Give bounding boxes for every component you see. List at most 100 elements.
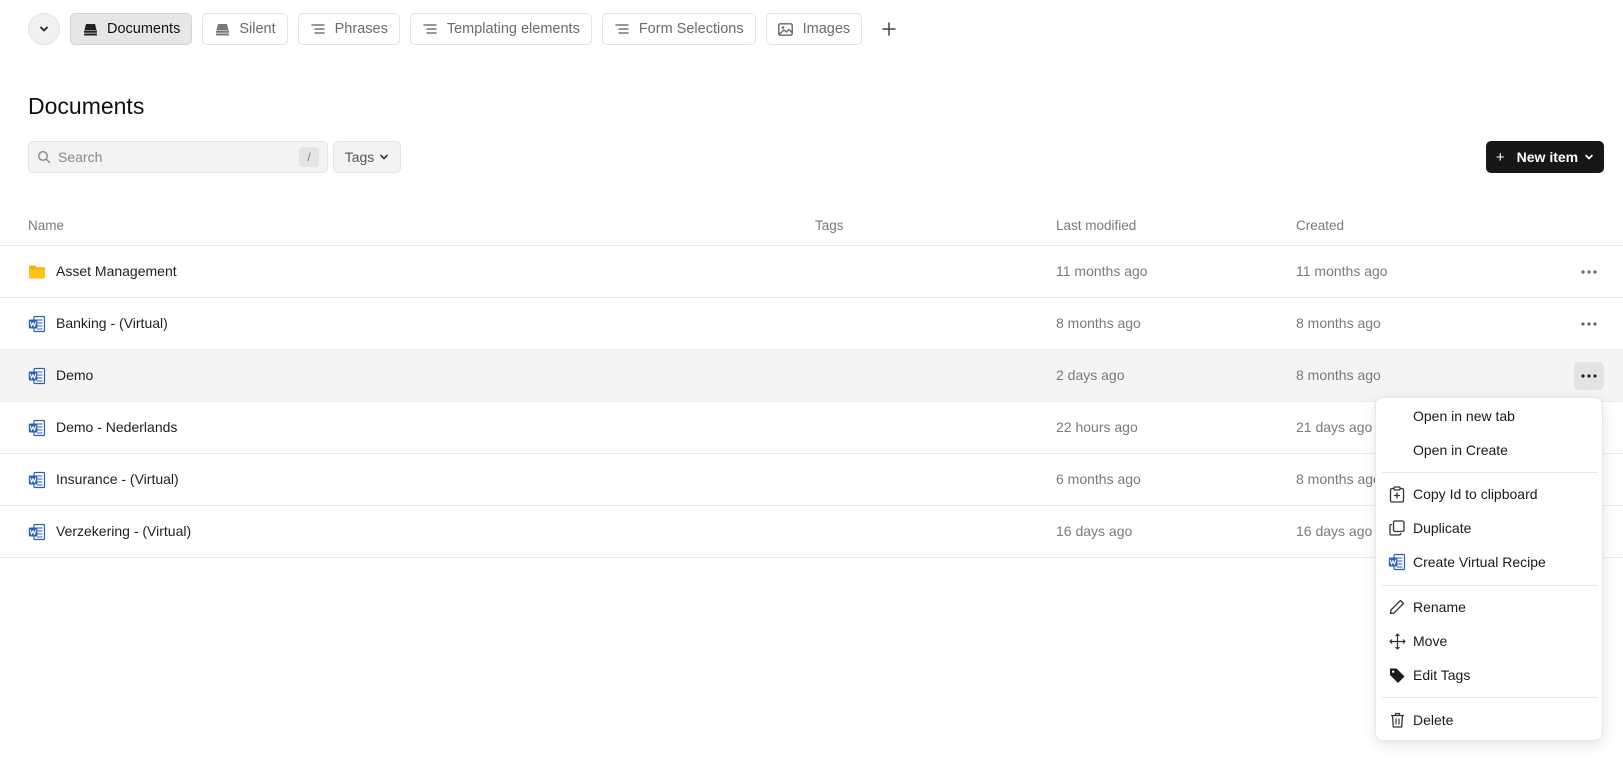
row-name[interactable]: Insurance - (Virtual) [56,471,179,487]
word-document-icon [28,471,46,489]
tab-bar: Documents Silent Phrases Templating elem… [28,13,902,45]
tag-icon [1388,666,1406,684]
table-row[interactable]: Asset Management 11 months ago 11 months… [0,246,1623,298]
tags-filter-button[interactable]: Tags [333,141,401,173]
row-last-modified: 6 months ago [1056,471,1141,487]
menu-item-label: Open in Create [1413,442,1508,458]
list-icon [614,21,630,37]
menu-item-delete[interactable]: Delete [1376,705,1604,735]
menu-item-label: Copy Id to clipboard [1413,486,1538,502]
row-created: 8 months ago [1296,367,1381,383]
menu-item-label: Duplicate [1413,520,1472,536]
new-item-label: New item [1516,149,1579,165]
tab-phrases[interactable]: Phrases [297,13,400,45]
row-name[interactable]: Demo [56,367,93,383]
tab-form-selections[interactable]: Form Selections [601,13,756,45]
row-more-button[interactable] [1574,362,1604,390]
search-input[interactable] [58,149,299,165]
more-horizontal-icon [1581,322,1597,326]
chevron-down-icon [40,26,48,32]
add-tab-button[interactable] [876,13,902,45]
tags-filter-label: Tags [344,149,375,165]
menu-divider [1382,472,1598,473]
pencil-icon [1388,598,1406,616]
word-document-icon [28,367,46,385]
row-more-button[interactable] [1574,258,1604,286]
row-name[interactable]: Banking - (Virtual) [56,315,168,331]
trash-icon [1388,711,1406,729]
word-document-icon [28,315,46,333]
collapse-button[interactable] [28,13,60,45]
tab-templating-elements[interactable]: Templating elements [409,13,592,45]
menu-item-label: Open in new tab [1413,408,1515,424]
word-document-icon [1388,553,1406,571]
image-icon [778,21,794,37]
menu-item-label: Edit Tags [1413,667,1471,683]
menu-item-copy-id[interactable]: Copy Id to clipboard [1376,479,1604,509]
row-last-modified: 2 days ago [1056,367,1125,383]
plus-icon [882,22,896,36]
tab-label: Form Selections [638,21,744,37]
tab-label: Silent [239,21,276,37]
search-box[interactable]: / [28,141,328,173]
search-shortcut-hint: / [299,147,319,167]
column-header-name[interactable]: Name [28,218,64,233]
more-horizontal-icon [1581,270,1597,274]
tab-label: Images [802,21,851,37]
menu-item-label: Rename [1413,599,1466,615]
column-header-created[interactable]: Created [1296,218,1344,233]
page-title: Documents [28,93,145,119]
word-document-icon [28,419,46,437]
new-item-button[interactable]: + New item [1486,141,1604,173]
menu-item-label: Delete [1413,712,1454,728]
table-header: Name Tags Last modified Created [0,209,1623,246]
tab-images[interactable]: Images [765,13,863,45]
list-icon [310,21,326,37]
row-last-modified: 16 days ago [1056,523,1133,539]
menu-item-open-in-create[interactable]: Open in Create [1376,435,1604,465]
plus-icon: + [1495,148,1505,166]
menu-divider [1382,585,1598,586]
table-row[interactable]: Demo 2 days ago 8 months ago [0,350,1623,402]
move-icon [1388,632,1406,650]
word-document-icon [28,523,46,541]
table-row[interactable]: Banking - (Virtual) 8 months ago 8 month… [0,298,1623,350]
row-last-modified: 8 months ago [1056,315,1141,331]
row-more-button[interactable] [1574,310,1604,338]
menu-item-label: Create Virtual Recipe [1413,554,1546,570]
more-horizontal-icon [1581,374,1597,378]
menu-item-create-virtual-recipe[interactable]: Create Virtual Recipe [1376,547,1604,577]
duplicate-icon [1388,519,1406,537]
list-icon [422,21,438,37]
row-name[interactable]: Demo - Nederlands [56,419,177,435]
row-last-modified: 22 hours ago [1056,419,1138,435]
tab-label: Templating elements [446,21,580,37]
menu-item-duplicate[interactable]: Duplicate [1376,513,1604,543]
row-context-menu: Open in new tab Open in Create Copy Id t… [1375,397,1603,741]
menu-divider [1382,697,1598,698]
search-icon [37,150,51,164]
column-header-last-modified[interactable]: Last modified [1056,218,1136,233]
row-name[interactable]: Asset Management [56,263,177,279]
tab-documents[interactable]: Documents [70,13,193,45]
row-name[interactable]: Verzekering - (Virtual) [56,523,191,539]
row-created: 11 months ago [1296,263,1388,279]
row-last-modified: 11 months ago [1056,263,1148,279]
clipboard-icon [1388,485,1406,503]
stack-icon [82,21,98,37]
column-header-tags[interactable]: Tags [815,218,844,233]
row-created: 21 days ago [1296,419,1373,435]
menu-item-rename[interactable]: Rename [1376,592,1604,622]
row-created: 8 months ago [1296,471,1381,487]
stack-icon [214,21,230,37]
menu-item-open-new-tab[interactable]: Open in new tab [1376,401,1604,431]
tab-silent[interactable]: Silent [202,13,288,45]
tab-label: Documents [107,21,181,37]
menu-item-edit-tags[interactable]: Edit Tags [1376,660,1604,690]
menu-item-move[interactable]: Move [1376,626,1604,656]
folder-icon [29,265,45,279]
chevron-down-icon [1585,154,1593,160]
row-created: 8 months ago [1296,315,1381,331]
tab-label: Phrases [334,21,388,37]
menu-item-label: Move [1413,633,1448,649]
